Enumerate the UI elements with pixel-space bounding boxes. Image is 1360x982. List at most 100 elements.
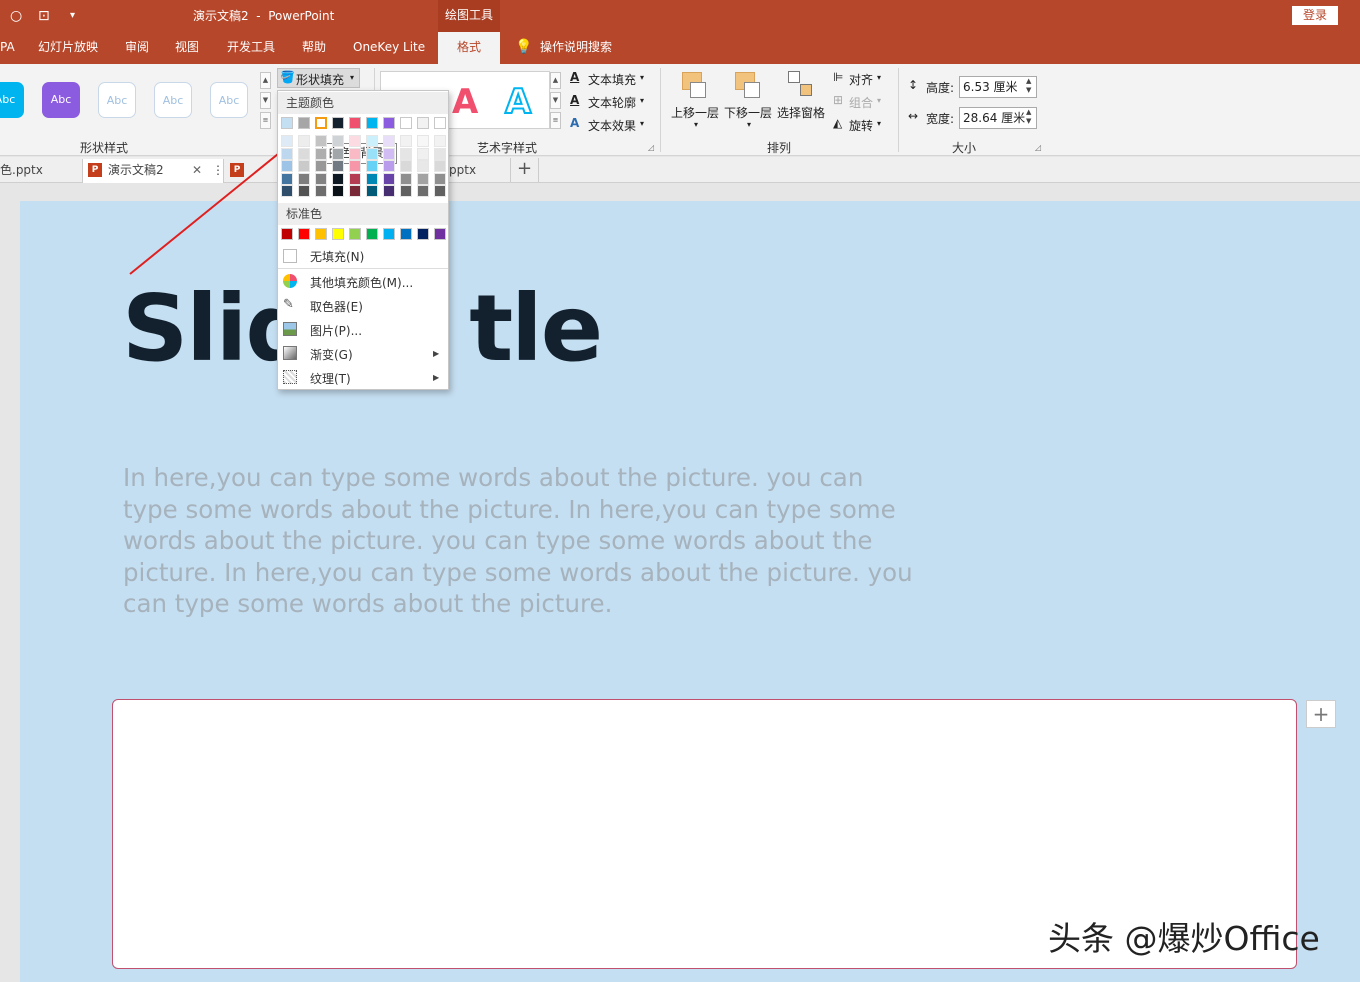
send-backward-button[interactable]: 下移一层 [724, 104, 772, 121]
tab-developer[interactable]: 开发工具 [227, 32, 275, 64]
shape-style-preset-2[interactable]: Abc [42, 82, 80, 118]
standard-color-swatch[interactable] [383, 228, 395, 240]
gallery-scroll-down[interactable]: ▼ [260, 92, 271, 109]
more-fill-colors-menu-item[interactable]: 其他填充颜色(M)... [310, 274, 413, 291]
theme-shade-swatch[interactable] [417, 185, 429, 197]
tab-review[interactable]: 审阅 [125, 32, 149, 64]
text-outline-button[interactable]: 文本轮廓 [588, 94, 636, 111]
standard-color-swatch[interactable] [349, 228, 361, 240]
theme-shade-swatch[interactable] [383, 135, 395, 147]
customize-quick-access-icon[interactable]: ▾ [70, 10, 75, 21]
theme-shade-swatch[interactable] [349, 160, 361, 172]
doc-tab-1[interactable]: 色.pptx [0, 160, 43, 182]
dialog-launcher-icon[interactable]: ◿ [648, 143, 654, 152]
wordart-preset-pink[interactable]: A [452, 82, 478, 122]
tab-onekey-lite[interactable]: OneKey Lite [353, 32, 425, 64]
wordart-scroll-up[interactable]: ▲ [550, 72, 561, 89]
theme-shade-swatch[interactable] [349, 135, 361, 147]
theme-shade-swatch[interactable] [383, 148, 395, 160]
selection-pane-button[interactable]: 选择窗格 [777, 104, 825, 121]
layout-options-plus-icon[interactable]: + [1306, 700, 1336, 728]
theme-shade-swatch[interactable] [315, 173, 327, 185]
no-fill-menu-item[interactable]: 无填充(N) [310, 248, 364, 265]
theme-color-swatch[interactable] [332, 117, 344, 129]
theme-color-swatch[interactable] [417, 117, 429, 129]
theme-shade-swatch[interactable] [417, 148, 429, 160]
height-spinner[interactable]: ▲ ▼ [1026, 77, 1031, 95]
tab-format[interactable]: 格式 [438, 32, 500, 64]
theme-shade-swatch[interactable] [349, 148, 361, 160]
theme-shade-swatch[interactable] [315, 135, 327, 147]
theme-shade-swatch[interactable] [434, 148, 446, 160]
tab-view[interactable]: 视图 [175, 32, 199, 64]
standard-color-swatch[interactable] [281, 228, 293, 240]
theme-shade-swatch[interactable] [366, 173, 378, 185]
theme-shade-swatch[interactable] [366, 185, 378, 197]
theme-shade-swatch[interactable] [434, 135, 446, 147]
theme-color-swatch[interactable] [400, 117, 412, 129]
theme-shade-swatch[interactable] [434, 160, 446, 172]
doc-tab-3[interactable]: pptx [449, 160, 476, 182]
theme-shade-swatch[interactable] [298, 135, 310, 147]
theme-shade-swatch[interactable] [366, 160, 378, 172]
texture-menu-item[interactable]: 纹理(T) [310, 370, 351, 387]
theme-shade-swatch[interactable] [281, 135, 293, 147]
tab-help[interactable]: 帮助 [302, 32, 326, 64]
standard-color-swatch[interactable] [434, 228, 446, 240]
standard-color-swatch[interactable] [315, 228, 327, 240]
theme-shade-swatch[interactable] [383, 173, 395, 185]
theme-shade-swatch[interactable] [434, 173, 446, 185]
theme-shade-swatch[interactable] [332, 185, 344, 197]
theme-shade-swatch[interactable] [315, 160, 327, 172]
wordart-preset-outline[interactable]: A [504, 81, 532, 123]
theme-shade-swatch[interactable] [298, 173, 310, 185]
picture-menu-item[interactable]: 图片(P)... [310, 322, 362, 339]
group-button[interactable]: 组合 [849, 94, 873, 111]
align-button[interactable]: 对齐 [849, 71, 873, 88]
theme-shade-swatch[interactable] [349, 185, 361, 197]
theme-shade-swatch[interactable] [298, 185, 310, 197]
theme-shade-swatch[interactable] [366, 148, 378, 160]
width-spinner[interactable]: ▲ ▼ [1026, 108, 1031, 126]
tell-me-search[interactable]: 操作说明搜索 [540, 32, 612, 64]
standard-color-swatch[interactable] [417, 228, 429, 240]
theme-color-swatch[interactable] [366, 117, 378, 129]
theme-color-swatch[interactable] [315, 117, 327, 129]
theme-shade-swatch[interactable] [298, 160, 310, 172]
theme-shade-swatch[interactable] [332, 148, 344, 160]
shape-style-preset-1[interactable]: Abc [0, 82, 24, 118]
theme-shade-swatch[interactable] [383, 160, 395, 172]
theme-color-swatch[interactable] [281, 117, 293, 129]
theme-shade-swatch[interactable] [315, 148, 327, 160]
present-icon[interactable]: ⊡ [38, 8, 50, 24]
standard-color-swatch[interactable] [366, 228, 378, 240]
theme-shade-swatch[interactable] [349, 173, 361, 185]
dialog-launcher-icon[interactable]: ◿ [1035, 143, 1041, 152]
new-tab-plus-icon[interactable]: + [510, 158, 539, 182]
tab-slideshow[interactable]: 幻灯片放映 [38, 32, 98, 64]
gallery-scroll-up[interactable]: ▲ [260, 72, 271, 89]
theme-shade-swatch[interactable] [383, 185, 395, 197]
theme-shade-swatch[interactable] [315, 185, 327, 197]
theme-shade-swatch[interactable] [281, 148, 293, 160]
bring-forward-button[interactable]: 上移一层 [671, 104, 719, 121]
theme-shade-swatch[interactable] [417, 173, 429, 185]
text-effects-button[interactable]: 文本效果 [588, 117, 636, 134]
theme-shade-swatch[interactable] [417, 160, 429, 172]
theme-shade-swatch[interactable] [281, 160, 293, 172]
wordart-scroll-down[interactable]: ▼ [550, 92, 561, 109]
theme-color-swatch[interactable] [434, 117, 446, 129]
text-fill-button[interactable]: 文本填充 [588, 71, 636, 88]
theme-color-swatch[interactable] [349, 117, 361, 129]
theme-shade-swatch[interactable] [400, 160, 412, 172]
eyedropper-menu-item[interactable]: 取色器(E) [310, 298, 363, 315]
theme-shade-swatch[interactable] [400, 148, 412, 160]
standard-color-swatch[interactable] [400, 228, 412, 240]
theme-shade-swatch[interactable] [400, 135, 412, 147]
theme-color-swatch[interactable] [383, 117, 395, 129]
standard-color-swatch[interactable] [298, 228, 310, 240]
wordart-more[interactable]: ≡ [550, 112, 561, 129]
theme-shade-swatch[interactable] [281, 185, 293, 197]
theme-shade-swatch[interactable] [332, 135, 344, 147]
circle-icon[interactable]: ○ [10, 8, 22, 24]
